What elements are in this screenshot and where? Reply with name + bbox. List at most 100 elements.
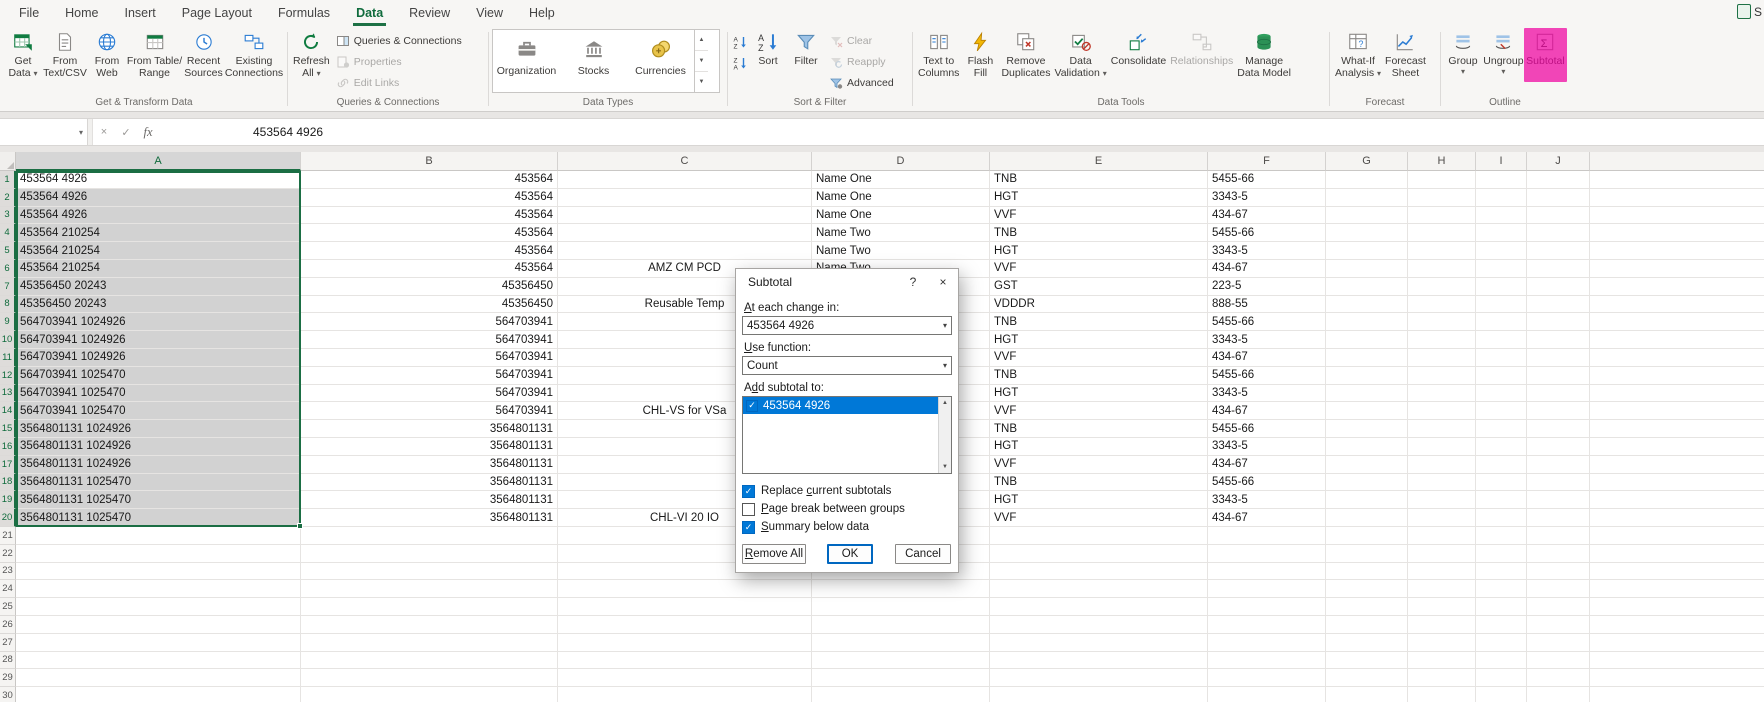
row-header-17[interactable]: 17 bbox=[0, 455, 16, 474]
cell-J18[interactable] bbox=[1527, 473, 1590, 492]
cell-I28[interactable] bbox=[1476, 651, 1527, 670]
cell-I19[interactable] bbox=[1476, 491, 1527, 510]
group-button[interactable]: Group ▾ bbox=[1444, 28, 1482, 94]
cell-I25[interactable] bbox=[1476, 598, 1527, 616]
cell-I26[interactable] bbox=[1476, 615, 1527, 634]
cell-H16[interactable] bbox=[1408, 437, 1476, 456]
row-header-8[interactable]: 8 bbox=[0, 295, 16, 314]
cell-E29[interactable] bbox=[990, 669, 1208, 688]
tab-insert[interactable]: Insert bbox=[112, 0, 169, 26]
formula-bar-value[interactable]: 453564 4926 bbox=[253, 125, 323, 139]
cell-H13[interactable] bbox=[1408, 384, 1476, 403]
cell-H18[interactable] bbox=[1408, 473, 1476, 492]
cell-B5[interactable]: 453564 bbox=[301, 242, 558, 260]
cell-A7[interactable]: 45356450 20243 bbox=[16, 277, 301, 296]
cell-G22[interactable] bbox=[1326, 544, 1408, 563]
cell-E26[interactable] bbox=[990, 615, 1208, 634]
cell-I30[interactable] bbox=[1476, 687, 1527, 702]
cell-H8[interactable] bbox=[1408, 295, 1476, 314]
cell-B2[interactable]: 453564 bbox=[301, 188, 558, 207]
ungroup-button[interactable]: Ungroup ▾ bbox=[1482, 28, 1525, 94]
cell-J13[interactable] bbox=[1527, 384, 1590, 403]
cell-A8[interactable]: 45356450 20243 bbox=[16, 295, 301, 314]
cell-H1[interactable] bbox=[1408, 171, 1476, 189]
cell-H22[interactable] bbox=[1408, 544, 1476, 563]
cell-A29[interactable] bbox=[16, 669, 301, 688]
column-header-H[interactable]: H bbox=[1408, 152, 1476, 171]
scroll-up-icon[interactable]: ▲ bbox=[942, 400, 948, 406]
cell-I9[interactable] bbox=[1476, 313, 1527, 332]
cell-F23[interactable] bbox=[1208, 562, 1326, 581]
cell-E14[interactable]: VVF bbox=[990, 402, 1208, 421]
checkbox-checked-icon[interactable]: ✓ bbox=[742, 520, 755, 534]
flash-fill-button[interactable]: Flash Fill bbox=[961, 28, 999, 94]
cell-G5[interactable] bbox=[1326, 242, 1408, 260]
share-button[interactable]: S bbox=[1736, 4, 1762, 19]
row-header-29[interactable]: 29 bbox=[0, 669, 16, 688]
cell-C29[interactable] bbox=[558, 669, 812, 688]
row-header-13[interactable]: 13 bbox=[0, 384, 16, 403]
cell-D25[interactable] bbox=[812, 598, 990, 616]
cell-H15[interactable] bbox=[1408, 420, 1476, 438]
cell-J29[interactable] bbox=[1527, 669, 1590, 688]
cell-F20[interactable]: 434-67 bbox=[1208, 509, 1326, 527]
cell-J23[interactable] bbox=[1527, 562, 1590, 581]
cell-B14[interactable]: 564703941 bbox=[301, 402, 558, 421]
cell-G19[interactable] bbox=[1326, 491, 1408, 510]
cell-J16[interactable] bbox=[1527, 437, 1590, 456]
row-header-30[interactable]: 30 bbox=[0, 687, 16, 702]
tab-page-layout[interactable]: Page Layout bbox=[169, 0, 265, 26]
cell-F25[interactable] bbox=[1208, 598, 1326, 616]
row-header-12[interactable]: 12 bbox=[0, 366, 16, 385]
data-validation-button[interactable]: Data Validation ▾ bbox=[1052, 28, 1108, 94]
queries-connections-button[interactable]: Queries & Connections bbox=[332, 30, 466, 51]
cell-A23[interactable] bbox=[16, 562, 301, 581]
cell-H10[interactable] bbox=[1408, 331, 1476, 349]
cell-I24[interactable] bbox=[1476, 580, 1527, 599]
what-if-analysis-button[interactable]: ? What-If Analysis ▾ bbox=[1333, 28, 1383, 94]
cell-B11[interactable]: 564703941 bbox=[301, 348, 558, 367]
data-type-stocks[interactable]: Stocks bbox=[560, 30, 627, 92]
cell-J22[interactable] bbox=[1527, 544, 1590, 563]
cell-A24[interactable] bbox=[16, 580, 301, 599]
cell-B24[interactable] bbox=[301, 580, 558, 599]
cell-E5[interactable]: HGT bbox=[990, 242, 1208, 260]
list-item[interactable]: ✓ 453564 4926 bbox=[743, 397, 938, 414]
cell-G10[interactable] bbox=[1326, 331, 1408, 349]
cell-F15[interactable]: 5455-66 bbox=[1208, 420, 1326, 438]
cell-J8[interactable] bbox=[1527, 295, 1590, 314]
cell-I1[interactable] bbox=[1476, 171, 1527, 189]
cell-B29[interactable] bbox=[301, 669, 558, 688]
cell-G12[interactable] bbox=[1326, 366, 1408, 385]
cell-I2[interactable] bbox=[1476, 188, 1527, 207]
cell-G23[interactable] bbox=[1326, 562, 1408, 581]
cell-B6[interactable]: 453564 bbox=[301, 259, 558, 278]
column-header-F[interactable]: F bbox=[1208, 152, 1326, 171]
ok-button[interactable]: OK bbox=[827, 544, 873, 564]
from-text-csv-button[interactable]: From Text/CSV bbox=[42, 28, 88, 94]
scroll-down-icon[interactable]: ▼ bbox=[942, 464, 948, 470]
cell-E11[interactable]: VVF bbox=[990, 348, 1208, 367]
cell-J17[interactable] bbox=[1527, 455, 1590, 474]
cell-I8[interactable] bbox=[1476, 295, 1527, 314]
cell-D26[interactable] bbox=[812, 615, 990, 634]
cell-C25[interactable] bbox=[558, 598, 812, 616]
cell-A21[interactable] bbox=[16, 526, 301, 545]
recent-sources-button[interactable]: Recent Sources bbox=[183, 28, 224, 94]
cell-B7[interactable]: 45356450 bbox=[301, 277, 558, 296]
tab-view[interactable]: View bbox=[463, 0, 516, 26]
row-header-16[interactable]: 16 bbox=[0, 437, 16, 456]
cell-D5[interactable]: Name Two bbox=[812, 242, 990, 260]
cell-A16[interactable]: 3564801131 1024926 bbox=[16, 437, 301, 456]
cell-J30[interactable] bbox=[1527, 687, 1590, 702]
cell-B17[interactable]: 3564801131 bbox=[301, 455, 558, 474]
cancel-entry-button[interactable]: × bbox=[93, 119, 115, 145]
cell-E22[interactable] bbox=[990, 544, 1208, 563]
row-header-4[interactable]: 4 bbox=[0, 224, 16, 243]
cell-G3[interactable] bbox=[1326, 206, 1408, 225]
cell-E24[interactable] bbox=[990, 580, 1208, 599]
subtotal-button[interactable]: Σ Subtotal bbox=[1523, 28, 1567, 94]
cell-I16[interactable] bbox=[1476, 437, 1527, 456]
cell-F16[interactable]: 3343-5 bbox=[1208, 437, 1326, 456]
cell-A1[interactable]: 453564 4926 bbox=[16, 171, 301, 189]
